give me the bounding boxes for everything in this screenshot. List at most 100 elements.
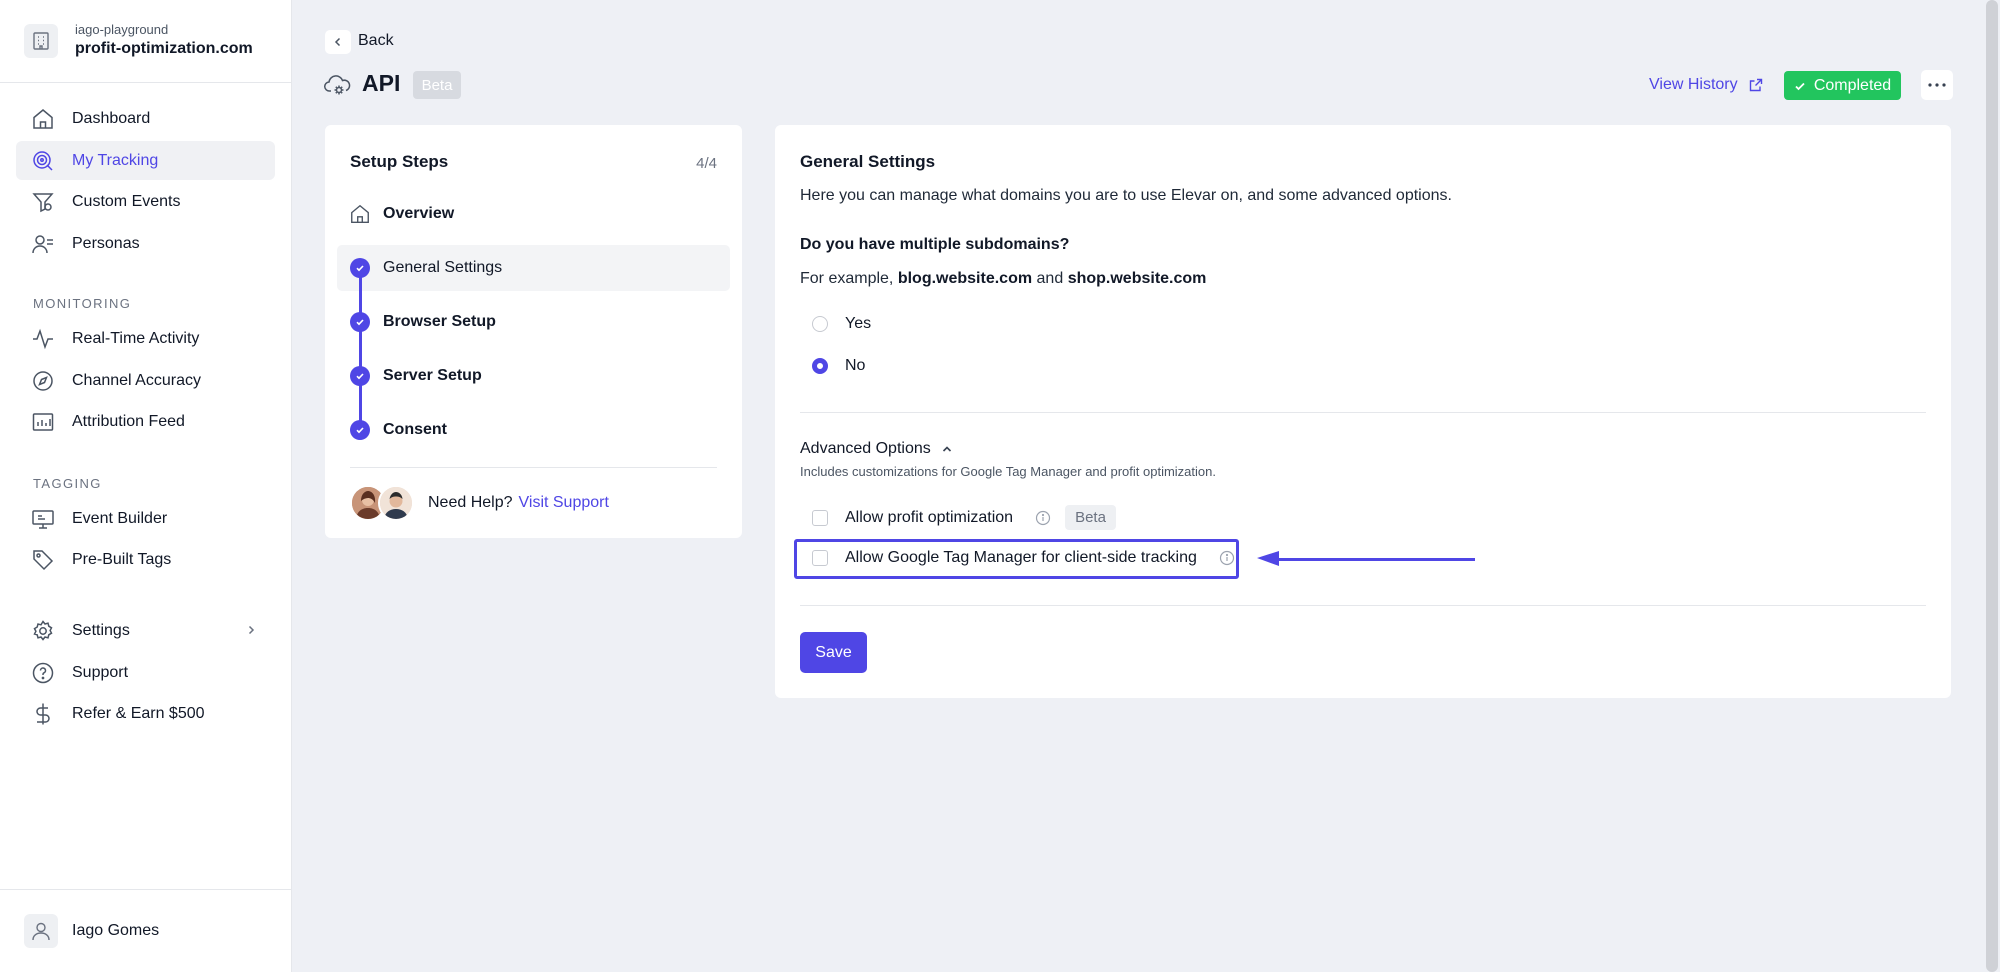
sidebar-divider — [0, 82, 292, 83]
cloud-gear-icon — [324, 72, 352, 98]
workspace-switcher[interactable]: iago-playground profit-optimization.com — [24, 22, 253, 60]
section-divider — [800, 605, 1926, 606]
step-overview[interactable]: Overview — [337, 191, 730, 237]
option-profit-optimization[interactable]: Allow profit optimization Beta — [812, 505, 1116, 530]
sidebar-item-label: Attribution Feed — [72, 412, 185, 430]
sidebar-item-label: Real-Time Activity — [72, 329, 200, 347]
status-label: Completed — [1813, 76, 1892, 94]
building-icon — [24, 24, 58, 58]
dollar-icon — [30, 701, 56, 727]
check-icon — [1794, 80, 1814, 92]
help-text: Need Help? — [428, 494, 513, 511]
personas-icon — [30, 231, 56, 257]
sidebar-item-label: Support — [72, 663, 129, 681]
sidebar-item-support[interactable]: Support — [16, 653, 275, 692]
scrollbar[interactable] — [1986, 0, 1998, 972]
visit-support-link[interactable]: Visit Support — [519, 494, 609, 512]
radio-option-yes[interactable]: Yes — [812, 315, 871, 333]
example-and: and — [1036, 270, 1064, 287]
radio-no[interactable] — [812, 358, 828, 374]
sidebar-item-channel-accuracy[interactable]: Channel Accuracy — [16, 361, 275, 400]
step-check-icon — [350, 312, 370, 332]
back-link[interactable]: Back — [358, 32, 394, 50]
setup-steps-card: Setup Steps 4/4 Overview General Setting… — [325, 125, 742, 538]
chart-icon — [30, 409, 56, 435]
sidebar-item-personas[interactable]: Personas — [16, 224, 275, 263]
advanced-options-description: Includes customizations for Google Tag M… — [800, 464, 1216, 479]
general-settings-card: General Settings Here you can manage wha… — [775, 125, 1951, 698]
steps-divider — [350, 467, 717, 468]
home-icon — [349, 203, 371, 225]
step-browser-setup[interactable]: Browser Setup — [337, 299, 730, 345]
sidebar-item-refer-earn[interactable]: Refer & Earn $500 — [16, 694, 275, 733]
back-button[interactable] — [325, 30, 351, 54]
highlight-box — [794, 539, 1239, 579]
radio-label: Yes — [845, 315, 872, 332]
avatar — [378, 485, 414, 521]
section-description: Here you can manage what domains you are… — [800, 187, 1452, 204]
sidebar-item-label: My Tracking — [72, 151, 159, 169]
save-button[interactable]: Save — [800, 632, 867, 673]
step-check-icon — [350, 258, 370, 278]
step-check-icon — [350, 420, 370, 440]
more-options-button[interactable] — [1921, 70, 1953, 100]
page-title: API — [362, 70, 401, 96]
tag-icon — [30, 547, 56, 573]
steps-progress-line — [359, 270, 362, 430]
advanced-options-toggle[interactable]: Advanced Options — [800, 440, 953, 458]
step-general-settings[interactable]: General Settings — [337, 245, 730, 291]
advanced-options-title: Advanced Options — [800, 440, 931, 457]
step-check-icon — [350, 366, 370, 386]
section-label-tagging: TAGGING — [33, 476, 102, 491]
workspace-domain: profit-optimization.com — [75, 40, 253, 57]
sidebar-item-label: Dashboard — [72, 109, 151, 127]
sidebar-item-label: Pre-Built Tags — [72, 550, 172, 568]
step-server-setup[interactable]: Server Setup — [337, 353, 730, 399]
setup-steps-title: Setup Steps — [350, 152, 449, 171]
example-prefix: For example, — [800, 270, 894, 287]
compass-icon — [30, 368, 56, 394]
step-label: Server Setup — [383, 367, 482, 384]
sidebar-item-event-builder[interactable]: Event Builder — [16, 499, 275, 538]
monitor-icon — [30, 506, 56, 532]
more-horizontal-icon — [1928, 83, 1946, 87]
radio-option-no[interactable]: No — [812, 357, 865, 375]
sidebar-item-pre-built-tags[interactable]: Pre-Built Tags — [16, 540, 275, 579]
step-consent[interactable]: Consent — [337, 407, 730, 453]
sidebar-item-label: Settings — [72, 621, 130, 639]
chevron-left-icon — [332, 36, 344, 48]
sidebar-item-settings[interactable]: Settings — [16, 611, 275, 650]
example-domain: shop.website.com — [1067, 270, 1207, 287]
home-icon — [30, 106, 56, 132]
info-icon[interactable] — [1035, 510, 1051, 526]
radio-yes[interactable] — [812, 316, 828, 332]
setup-steps-count: 4/4 — [696, 155, 717, 172]
section-label-monitoring: MONITORING — [33, 296, 132, 311]
beta-badge: Beta — [413, 71, 461, 99]
sidebar-item-my-tracking[interactable]: My Tracking — [16, 141, 275, 180]
gear-icon — [30, 618, 56, 644]
sidebar-item-label: Custom Events — [72, 192, 181, 210]
annotation-arrow-icon — [1257, 551, 1475, 566]
custom-events-icon — [30, 189, 56, 215]
profit-optimization-checkbox[interactable] — [812, 509, 828, 526]
sidebar-item-real-time-activity[interactable]: Real-Time Activity — [16, 319, 275, 358]
example-domain: blog.website.com — [897, 270, 1033, 287]
view-history-label: View History — [1649, 76, 1738, 93]
chevron-up-icon — [931, 443, 953, 455]
user-avatar-icon — [24, 914, 58, 948]
user-menu[interactable]: Iago Gomes — [24, 914, 159, 948]
help-row: Need Help? Visit Support — [350, 485, 609, 521]
sidebar-item-dashboard[interactable]: Dashboard — [16, 99, 275, 138]
sidebar-item-attribution-feed[interactable]: Attribution Feed — [16, 402, 275, 441]
section-divider — [800, 412, 1926, 413]
tracking-icon — [30, 148, 56, 174]
step-label: Overview — [383, 205, 455, 222]
activity-icon — [30, 326, 56, 352]
step-label: General Settings — [383, 259, 503, 276]
chevron-right-icon — [245, 624, 257, 636]
sidebar-item-custom-events[interactable]: Custom Events — [16, 182, 275, 221]
view-history-link[interactable]: View History — [1649, 76, 1764, 94]
status-badge[interactable]: Completed — [1784, 71, 1901, 100]
radio-label: No — [845, 357, 866, 374]
